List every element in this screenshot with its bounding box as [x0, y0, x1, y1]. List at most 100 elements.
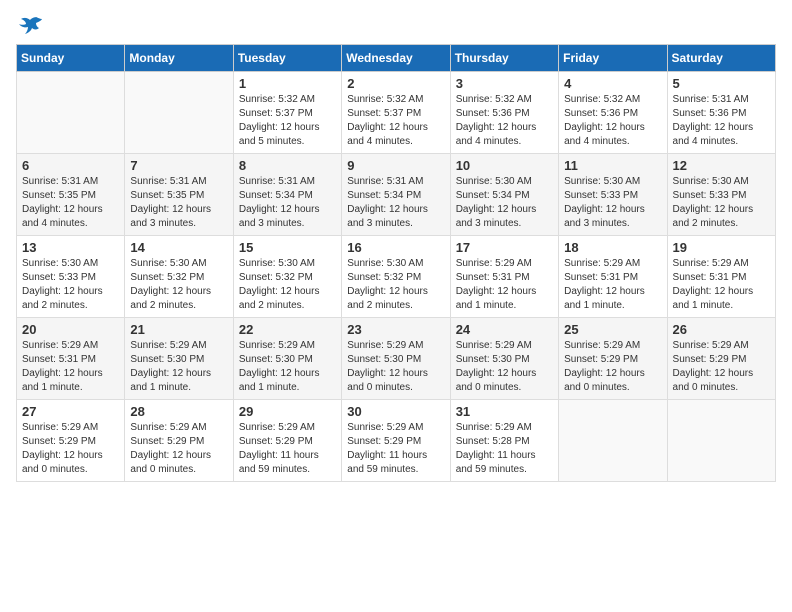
- day-info: Sunrise: 5:32 AM Sunset: 5:37 PM Dayligh…: [239, 93, 336, 149]
- day-info: Sunrise: 5:29 AM Sunset: 5:30 PM Dayligh…: [347, 339, 444, 395]
- day-info: Sunrise: 5:32 AM Sunset: 5:37 PM Dayligh…: [347, 93, 444, 149]
- calendar-cell: 2 Sunrise: 5:32 AM Sunset: 5:37 PM Daylig…: [342, 72, 450, 154]
- calendar-cell: 20 Sunrise: 5:29 AM Sunset: 5:31 PM Dayli…: [17, 318, 125, 400]
- day-number: 5: [673, 76, 770, 91]
- calendar-week-4: 20 Sunrise: 5:29 AM Sunset: 5:31 PM Dayli…: [17, 318, 776, 400]
- calendar-cell: 13 Sunrise: 5:30 AM Sunset: 5:33 PM Dayli…: [17, 236, 125, 318]
- day-number: 30: [347, 404, 444, 419]
- calendar-week-2: 6Sunrise: 5:31 AM Sunset: 5:35 PM Daylig…: [17, 154, 776, 236]
- day-number: 12: [673, 158, 770, 173]
- weekday-header-friday: Friday: [559, 45, 667, 72]
- day-info: Sunrise: 5:29 AM Sunset: 5:29 PM Dayligh…: [22, 421, 119, 477]
- day-info: Sunrise: 5:30 AM Sunset: 5:33 PM Dayligh…: [22, 257, 119, 313]
- calendar-cell: 7 Sunrise: 5:31 AM Sunset: 5:35 PM Daylig…: [125, 154, 233, 236]
- calendar-week-1: 1Sunrise: 5:32 AM Sunset: 5:37 PM Daylig…: [17, 72, 776, 154]
- calendar-cell: 24 Sunrise: 5:29 AM Sunset: 5:30 PM Dayli…: [450, 318, 558, 400]
- logo: [16, 16, 42, 36]
- day-info: Sunrise: 5:29 AM Sunset: 5:31 PM Dayligh…: [673, 257, 770, 313]
- day-number: 26: [673, 322, 770, 337]
- day-number: 7: [130, 158, 227, 173]
- calendar-cell: 6Sunrise: 5:31 AM Sunset: 5:35 PM Daylig…: [17, 154, 125, 236]
- day-info: Sunrise: 5:30 AM Sunset: 5:33 PM Dayligh…: [564, 175, 661, 231]
- calendar-week-5: 27 Sunrise: 5:29 AM Sunset: 5:29 PM Dayli…: [17, 400, 776, 482]
- day-info: Sunrise: 5:30 AM Sunset: 5:34 PM Dayligh…: [456, 175, 553, 231]
- day-info: Sunrise: 5:29 AM Sunset: 5:30 PM Dayligh…: [130, 339, 227, 395]
- day-number: 4: [564, 76, 661, 91]
- calendar-cell: 18 Sunrise: 5:29 AM Sunset: 5:31 PM Dayli…: [559, 236, 667, 318]
- calendar-cell: [17, 72, 125, 154]
- weekday-header-monday: Monday: [125, 45, 233, 72]
- day-info: Sunrise: 5:29 AM Sunset: 5:31 PM Dayligh…: [22, 339, 119, 395]
- calendar-cell: 12 Sunrise: 5:30 AM Sunset: 5:33 PM Dayli…: [667, 154, 775, 236]
- day-info: Sunrise: 5:31 AM Sunset: 5:35 PM Dayligh…: [130, 175, 227, 231]
- day-info: Sunrise: 5:30 AM Sunset: 5:32 PM Dayligh…: [347, 257, 444, 313]
- day-info: Sunrise: 5:29 AM Sunset: 5:30 PM Dayligh…: [239, 339, 336, 395]
- calendar-cell: 5 Sunrise: 5:31 AM Sunset: 5:36 PM Daylig…: [667, 72, 775, 154]
- calendar-header-row: SundayMondayTuesdayWednesdayThursdayFrid…: [17, 45, 776, 72]
- calendar-cell: [125, 72, 233, 154]
- day-info: Sunrise: 5:29 AM Sunset: 5:28 PM Dayligh…: [456, 421, 553, 477]
- day-info: Sunrise: 5:32 AM Sunset: 5:36 PM Dayligh…: [564, 93, 661, 149]
- calendar-cell: 23 Sunrise: 5:29 AM Sunset: 5:30 PM Dayli…: [342, 318, 450, 400]
- logo-bird-icon: [18, 16, 42, 36]
- day-number: 25: [564, 322, 661, 337]
- calendar-cell: 8 Sunrise: 5:31 AM Sunset: 5:34 PM Daylig…: [233, 154, 341, 236]
- day-number: 11: [564, 158, 661, 173]
- day-info: Sunrise: 5:31 AM Sunset: 5:35 PM Dayligh…: [22, 175, 119, 231]
- day-info: Sunrise: 5:31 AM Sunset: 5:34 PM Dayligh…: [239, 175, 336, 231]
- day-info: Sunrise: 5:30 AM Sunset: 5:33 PM Dayligh…: [673, 175, 770, 231]
- day-number: 10: [456, 158, 553, 173]
- calendar-cell: 4 Sunrise: 5:32 AM Sunset: 5:36 PM Daylig…: [559, 72, 667, 154]
- day-info: Sunrise: 5:29 AM Sunset: 5:29 PM Dayligh…: [239, 421, 336, 477]
- weekday-header-saturday: Saturday: [667, 45, 775, 72]
- day-info: Sunrise: 5:29 AM Sunset: 5:29 PM Dayligh…: [564, 339, 661, 395]
- day-info: Sunrise: 5:29 AM Sunset: 5:29 PM Dayligh…: [347, 421, 444, 477]
- day-number: 17: [456, 240, 553, 255]
- day-info: Sunrise: 5:29 AM Sunset: 5:31 PM Dayligh…: [456, 257, 553, 313]
- day-number: 3: [456, 76, 553, 91]
- calendar-cell: 22 Sunrise: 5:29 AM Sunset: 5:30 PM Dayli…: [233, 318, 341, 400]
- day-info: Sunrise: 5:30 AM Sunset: 5:32 PM Dayligh…: [130, 257, 227, 313]
- day-number: 13: [22, 240, 119, 255]
- calendar-cell: 16Sunrise: 5:30 AM Sunset: 5:32 PM Dayli…: [342, 236, 450, 318]
- calendar-cell: 1Sunrise: 5:32 AM Sunset: 5:37 PM Daylig…: [233, 72, 341, 154]
- day-number: 2: [347, 76, 444, 91]
- weekday-header-sunday: Sunday: [17, 45, 125, 72]
- weekday-header-wednesday: Wednesday: [342, 45, 450, 72]
- day-number: 24: [456, 322, 553, 337]
- calendar-cell: 3Sunrise: 5:32 AM Sunset: 5:36 PM Daylig…: [450, 72, 558, 154]
- calendar-body: 1Sunrise: 5:32 AM Sunset: 5:37 PM Daylig…: [17, 72, 776, 482]
- day-number: 27: [22, 404, 119, 419]
- day-info: Sunrise: 5:29 AM Sunset: 5:30 PM Dayligh…: [456, 339, 553, 395]
- day-info: Sunrise: 5:29 AM Sunset: 5:29 PM Dayligh…: [673, 339, 770, 395]
- day-info: Sunrise: 5:29 AM Sunset: 5:31 PM Dayligh…: [564, 257, 661, 313]
- calendar-cell: 10 Sunrise: 5:30 AM Sunset: 5:34 PM Dayli…: [450, 154, 558, 236]
- day-info: Sunrise: 5:29 AM Sunset: 5:29 PM Dayligh…: [130, 421, 227, 477]
- calendar-cell: [667, 400, 775, 482]
- weekday-header-tuesday: Tuesday: [233, 45, 341, 72]
- day-number: 9: [347, 158, 444, 173]
- day-number: 21: [130, 322, 227, 337]
- day-number: 31: [456, 404, 553, 419]
- day-number: 22: [239, 322, 336, 337]
- day-number: 29: [239, 404, 336, 419]
- day-number: 19: [673, 240, 770, 255]
- calendar-cell: 30 Sunrise: 5:29 AM Sunset: 5:29 PM Dayli…: [342, 400, 450, 482]
- day-info: Sunrise: 5:31 AM Sunset: 5:34 PM Dayligh…: [347, 175, 444, 231]
- day-number: 20: [22, 322, 119, 337]
- day-number: 18: [564, 240, 661, 255]
- calendar-week-3: 13 Sunrise: 5:30 AM Sunset: 5:33 PM Dayli…: [17, 236, 776, 318]
- day-number: 28: [130, 404, 227, 419]
- day-number: 8: [239, 158, 336, 173]
- calendar-cell: 25 Sunrise: 5:29 AM Sunset: 5:29 PM Dayli…: [559, 318, 667, 400]
- day-number: 15: [239, 240, 336, 255]
- calendar-cell: 9 Sunrise: 5:31 AM Sunset: 5:34 PM Daylig…: [342, 154, 450, 236]
- day-info: Sunrise: 5:31 AM Sunset: 5:36 PM Dayligh…: [673, 93, 770, 149]
- calendar-cell: 17 Sunrise: 5:29 AM Sunset: 5:31 PM Dayli…: [450, 236, 558, 318]
- calendar-cell: 31 Sunrise: 5:29 AM Sunset: 5:28 PM Dayli…: [450, 400, 558, 482]
- day-number: 23: [347, 322, 444, 337]
- header: [16, 16, 776, 36]
- day-info: Sunrise: 5:30 AM Sunset: 5:32 PM Dayligh…: [239, 257, 336, 313]
- calendar-cell: 26 Sunrise: 5:29 AM Sunset: 5:29 PM Dayli…: [667, 318, 775, 400]
- calendar-cell: 14Sunrise: 5:30 AM Sunset: 5:32 PM Dayli…: [125, 236, 233, 318]
